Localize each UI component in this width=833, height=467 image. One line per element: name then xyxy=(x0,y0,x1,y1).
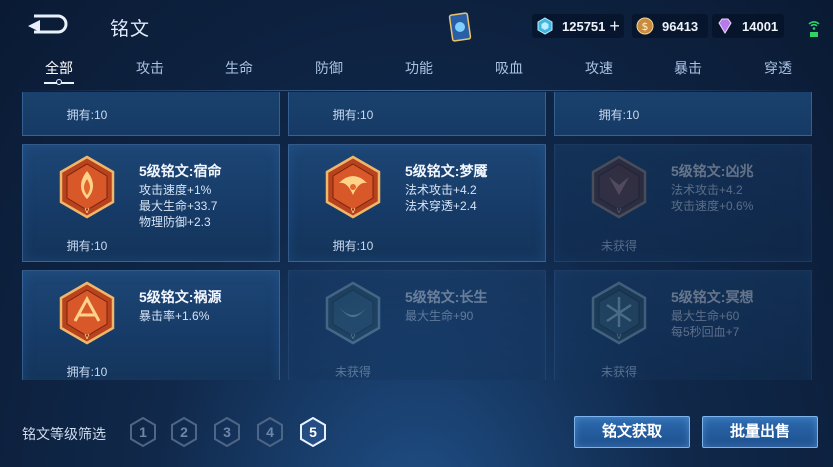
fate-rune-icon: V xyxy=(59,155,115,219)
inscription-card-partial[interactable]: 拥有:10 xyxy=(288,92,546,136)
not-obtained-status: 未获得 xyxy=(334,365,371,379)
tab-defense[interactable]: 防御 xyxy=(299,58,359,78)
tab-divider xyxy=(10,90,823,91)
svg-text:V: V xyxy=(351,207,356,215)
inscription-name: 5级铭文:祸源 xyxy=(139,289,222,305)
attribute-line: 每5秒回血+7 xyxy=(671,325,740,339)
page-title: 铭文 xyxy=(110,19,151,40)
tab-health[interactable]: 生命 xyxy=(209,58,269,78)
wifi-signal-icon xyxy=(808,21,820,37)
level-filter-4[interactable]: 4 xyxy=(257,416,283,448)
level-filter-2[interactable]: 2 xyxy=(171,416,197,448)
owned-count: 拥有:10 xyxy=(332,239,374,253)
attribute-line: 法术攻击+4.2 xyxy=(671,183,743,197)
gem-icon xyxy=(718,18,732,34)
owned-count: 拥有:10 xyxy=(66,108,108,122)
tab-attack[interactable]: 攻击 xyxy=(120,58,180,78)
diamond-icon xyxy=(537,17,553,35)
inscription-card-changsheng[interactable]: V 5级铭文:长生 最大生命+90 未获得 xyxy=(288,270,546,380)
attribute-line: 最大生命+90 xyxy=(405,309,474,323)
attribute-line: 攻击速度+0.6% xyxy=(671,199,754,213)
not-obtained-status: 未获得 xyxy=(600,239,637,253)
inscription-card-xiongzhao[interactable]: V 5级铭文:凶兆 法术攻击+4.2 攻击速度+0.6% 未获得 xyxy=(554,144,812,262)
gem-value: 14001 xyxy=(742,18,779,34)
diamond-value: 125751 xyxy=(562,18,606,34)
omen-rune-icon: V xyxy=(591,155,647,219)
level-number: 2 xyxy=(180,424,188,440)
owned-count: 拥有:10 xyxy=(332,108,374,122)
calamity-rune-icon: V xyxy=(59,281,115,345)
tab-penetration[interactable]: 穿透 xyxy=(748,58,808,78)
owned-count: 拥有:10 xyxy=(66,365,108,379)
inscription-card-mingxiang[interactable]: V 5级铭文:冥想 最大生命+60 每5秒回血+7 未获得 xyxy=(554,270,812,380)
inscription-card-partial[interactable]: 拥有:10 xyxy=(22,92,280,136)
inscription-attributes: 最大生命+90 xyxy=(405,308,473,324)
inscription-attributes: 法术攻击+4.2 法术穿透+2.4 xyxy=(405,182,477,214)
meditation-rune-icon: V xyxy=(591,281,647,345)
svg-text:V: V xyxy=(351,333,356,341)
level-number: 3 xyxy=(223,424,231,440)
inscription-attributes: 暴击率+1.6% xyxy=(139,308,209,324)
tab-attack-speed[interactable]: 攻速 xyxy=(569,58,629,78)
owned-count: 拥有:10 xyxy=(598,108,640,122)
category-tabs: 全部 攻击 生命 防御 功能 吸血 攻速 暴击 穿透 xyxy=(14,56,820,88)
attribute-line: 法术攻击+4.2 xyxy=(405,183,477,197)
gold-value: 96413 xyxy=(662,18,699,34)
inscription-name: 5级铭文:梦魇 xyxy=(405,163,488,179)
owned-count: 拥有:10 xyxy=(66,239,108,253)
inscription-attributes: 法术攻击+4.2 攻击速度+0.6% xyxy=(671,182,753,214)
svg-text:$: $ xyxy=(642,20,649,33)
inscription-card-mengyan[interactable]: V 5级铭文:梦魇 法术攻击+4.2 法术穿透+2.4 拥有:10 xyxy=(288,144,546,262)
gold-balance: $ 96413 xyxy=(632,14,708,38)
gold-coin-icon: $ xyxy=(636,17,654,35)
attribute-line: 最大生命+33.7 xyxy=(139,199,218,213)
inscription-card-huoyuan[interactable]: V 5级铭文:祸源 暴击率+1.6% 拥有:10 xyxy=(22,270,280,380)
inscription-grid: 拥有:10 拥有:10 拥有:10 V 5级铭文:宿命 攻击速度+1% 最大生命… xyxy=(22,92,812,380)
not-obtained-status: 未获得 xyxy=(600,365,637,379)
level-number: 4 xyxy=(266,424,274,440)
inscription-book-icon[interactable] xyxy=(448,12,472,42)
inscription-name: 5级铭文:凶兆 xyxy=(671,163,754,179)
bulk-sell-button[interactable]: 批量出售 xyxy=(702,416,818,448)
gem-balance: 14001 xyxy=(712,14,784,38)
nightmare-rune-icon: V xyxy=(325,155,381,219)
svg-text:V: V xyxy=(85,207,90,215)
attribute-line: 最大生命+60 xyxy=(671,309,740,323)
svg-text:V: V xyxy=(617,333,622,341)
inscription-card-partial[interactable]: 拥有:10 xyxy=(554,92,812,136)
level-number: 5 xyxy=(309,424,317,440)
attribute-line: 物理防御+2.3 xyxy=(139,215,211,229)
level-filter-label: 铭文等级筛选 xyxy=(22,426,106,442)
attribute-line: 暴击率+1.6% xyxy=(139,309,210,323)
inscription-attributes: 最大生命+60 每5秒回血+7 xyxy=(671,308,739,340)
tab-critical[interactable]: 暴击 xyxy=(658,58,718,78)
level-filter-1[interactable]: 1 xyxy=(130,416,156,448)
inscription-card-suming[interactable]: V 5级铭文:宿命 攻击速度+1% 最大生命+33.7 物理防御+2.3 拥有:… xyxy=(22,144,280,262)
attribute-line: 攻击速度+1% xyxy=(139,183,212,197)
diamond-balance: 125751 + xyxy=(532,14,624,38)
tab-utility[interactable]: 功能 xyxy=(389,58,449,78)
active-tab-dot xyxy=(56,79,62,85)
inscription-name: 5级铭文:冥想 xyxy=(671,289,754,305)
attribute-line: 法术穿透+2.4 xyxy=(405,199,477,213)
level-filter-3[interactable]: 3 xyxy=(214,416,240,448)
level-filter-5[interactable]: 5 xyxy=(300,416,326,448)
svg-text:V: V xyxy=(617,207,622,215)
back-button[interactable] xyxy=(24,12,70,36)
tab-all[interactable]: 全部 xyxy=(29,58,89,78)
inscription-attributes: 攻击速度+1% 最大生命+33.7 物理防御+2.3 xyxy=(139,182,217,230)
inscription-name: 5级铭文:宿命 xyxy=(139,163,222,179)
tab-lifesteal[interactable]: 吸血 xyxy=(479,58,539,78)
longevity-rune-icon: V xyxy=(325,281,381,345)
acquire-inscription-button[interactable]: 铭文获取 xyxy=(574,416,690,448)
back-arrow-icon xyxy=(28,14,68,34)
add-diamond-icon[interactable]: + xyxy=(609,17,620,35)
inscription-name: 5级铭文:长生 xyxy=(405,289,488,305)
level-number: 1 xyxy=(139,424,147,440)
top-bar: 铭文 125751 + $ 96413 14001 xyxy=(0,0,833,52)
svg-text:V: V xyxy=(85,333,90,341)
